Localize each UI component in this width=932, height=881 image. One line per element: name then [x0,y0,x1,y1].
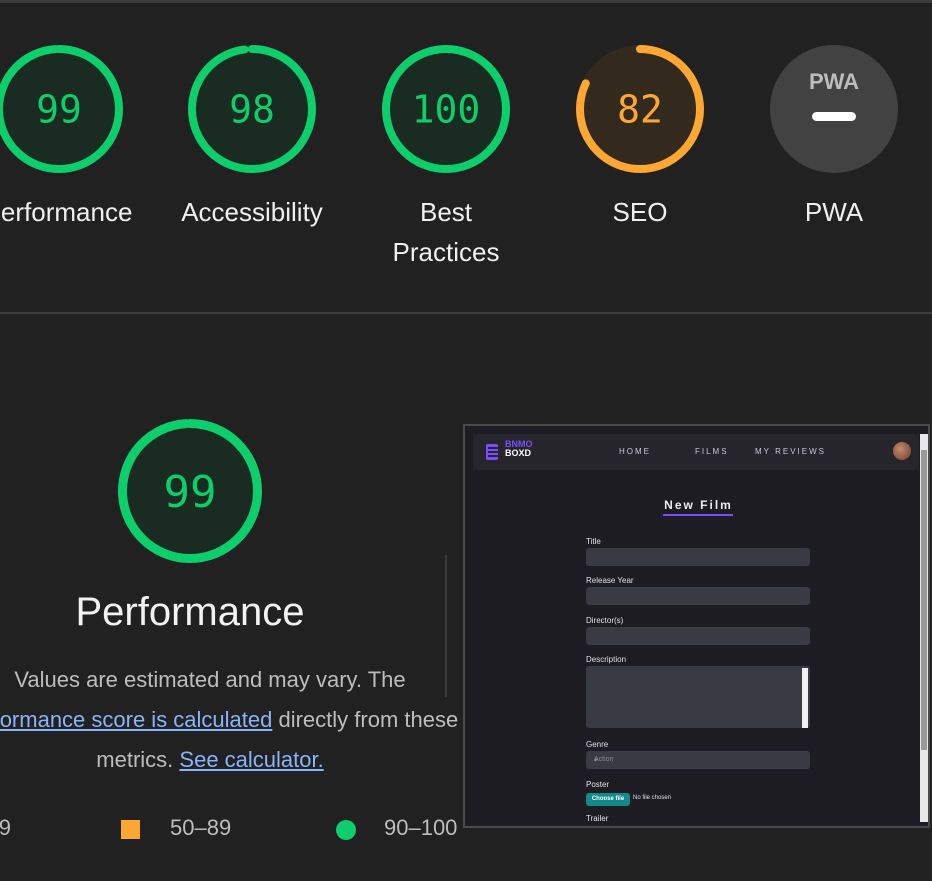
thumb-label-trailer: Trailer [586,814,609,823]
film-logo-icon [486,444,500,460]
section-divider [0,312,932,314]
thumb-navbar: BNMO BOXD HOME FILMS MY REVIEWS [473,434,919,470]
performance-gauge-large: 99 [118,419,262,563]
legend-average-range: 50–89 [170,815,232,840]
thumb-label-release-year: Release Year [586,576,634,585]
desc-line3: metrics. [96,747,180,772]
gauge-label-seo: SEO [612,197,668,227]
performance-title: Performance [75,590,305,634]
chevron-down-icon: ▾ [594,757,598,764]
thumb-label-genre: Genre [586,740,609,749]
thumb-label-title: Title [586,537,601,546]
thumb-label-description: Description [586,655,627,664]
see-calculator-link[interactable]: See calculator. [179,747,323,772]
performance-description: Values are estimated and may vary. The p… [0,660,460,780]
gauge-best-practices[interactable]: 100 [381,44,511,174]
thumb-form-title: New Film [664,498,733,512]
thumb-logo-text: BNMO BOXD [505,440,533,458]
gauge-label-pwa: PWA [804,197,864,227]
gauge-score: 100 [412,88,481,132]
gauge-accessibility[interactable]: 98 [187,44,317,174]
thumb-nav-my-reviews: MY REVIEWS [755,447,826,456]
gauge-pwa[interactable]: PWA [769,44,899,174]
thumb-select-genre: Action ▾ [586,751,810,769]
pass-circle-icon [336,820,356,840]
thumb-nav-films: FILMS [695,447,729,456]
thumb-no-file-text: No file chosen [633,795,672,801]
thumb-textarea-description [586,666,810,728]
legend-pass-range: 90–100 [384,815,458,840]
thumb-choose-file-button: Choose file [586,793,630,806]
gauge-score: 98 [229,88,275,132]
desc-line1: Values are estimated and may vary. The [14,667,406,692]
gauge-label-best-practices: Best Practices [392,197,500,267]
pwa-badge-text: PWA [809,69,859,94]
gauge-score: 99 [36,88,82,132]
pwa-dash-icon [812,112,856,121]
desc-line2: directly from these [272,707,459,732]
gauge-seo[interactable]: 82 [575,44,705,174]
gauge-label-accessibility: Accessibility [181,197,323,227]
thumb-avatar [893,442,911,460]
gauge-label-performance: Performance [0,197,133,227]
thumb-textarea-scrollbar [802,668,808,728]
page-screenshot-thumbnail[interactable]: BNMO BOXD HOME FILMS MY REVIEWS New Film… [463,424,930,828]
thumb-input-title [586,548,810,566]
top-border [0,0,932,3]
thumb-scrollbar [920,434,928,822]
thumb-input-directors [586,627,810,645]
score-calculated-link[interactable]: performance score is calculated [0,707,272,732]
gauge-score: 99 [164,467,217,518]
vertical-divider [445,555,447,697]
thumb-label-directors: Director(s) [586,616,624,625]
gauge-performance[interactable]: 99 [0,44,124,174]
thumb-label-poster: Poster [586,780,610,789]
thumb-input-release-year [586,587,810,605]
thumb-scrollbar-handle [921,450,927,750]
average-square-icon [121,820,140,839]
legend-fail-range: 0–49 [0,815,11,840]
logo-line2: BOXD [505,448,532,458]
thumb-nav-home: HOME [619,447,651,456]
thumb-title-underline [663,514,733,516]
gauge-score: 82 [617,88,663,132]
